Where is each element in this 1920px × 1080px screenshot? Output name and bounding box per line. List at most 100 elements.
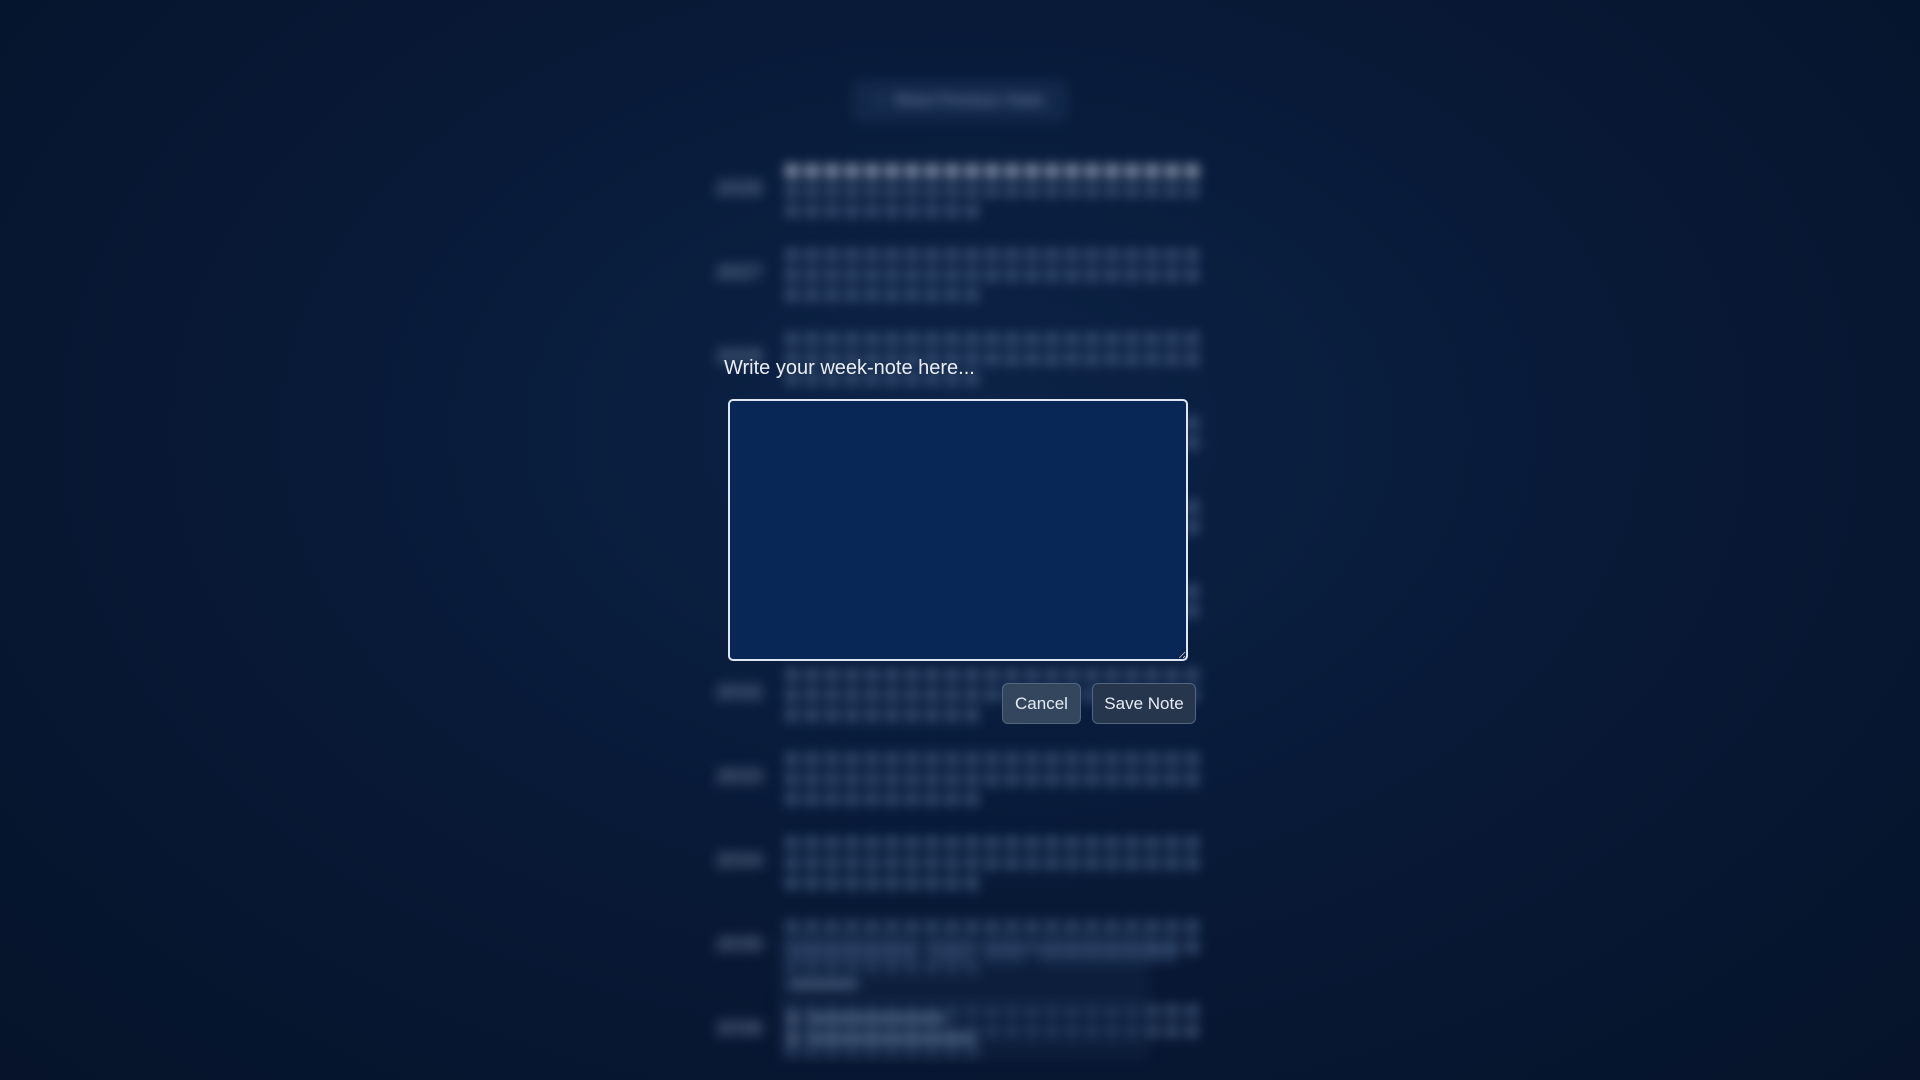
week-cell bbox=[806, 249, 818, 261]
week-cell bbox=[906, 249, 918, 261]
week-cell bbox=[1126, 857, 1138, 869]
week-cell bbox=[966, 877, 978, 889]
week-cell bbox=[1186, 921, 1198, 933]
week-cell bbox=[1006, 249, 1018, 261]
week-cell bbox=[906, 165, 918, 177]
year-label: 2034 bbox=[716, 849, 763, 872]
week-note-textarea[interactable] bbox=[728, 399, 1188, 661]
week-cell bbox=[986, 333, 998, 345]
week-cell bbox=[806, 753, 818, 765]
week-cell bbox=[846, 857, 858, 869]
week-cell bbox=[886, 877, 898, 889]
week-cell bbox=[1106, 269, 1118, 281]
week-cell bbox=[786, 857, 798, 869]
week-cell bbox=[1146, 837, 1158, 849]
week-cell bbox=[1146, 857, 1158, 869]
week-cell bbox=[846, 877, 858, 889]
save-note-button[interactable]: Save Note bbox=[1092, 683, 1196, 724]
week-cell bbox=[1146, 753, 1158, 765]
week-cell bbox=[866, 205, 878, 217]
week-cell bbox=[826, 793, 838, 805]
cancel-button[interactable]: Cancel bbox=[1002, 683, 1081, 724]
week-cell bbox=[1186, 773, 1198, 785]
week-cell bbox=[786, 269, 798, 281]
week-cell bbox=[846, 773, 858, 785]
week-cell bbox=[826, 333, 838, 345]
week-cell bbox=[826, 269, 838, 281]
week-cell bbox=[906, 837, 918, 849]
week-cell bbox=[1086, 333, 1098, 345]
control-chip bbox=[930, 940, 972, 962]
week-cell bbox=[946, 205, 958, 217]
week-cell bbox=[946, 753, 958, 765]
week-cell bbox=[786, 165, 798, 177]
week-cell bbox=[1086, 773, 1098, 785]
week-cell bbox=[1106, 857, 1118, 869]
week-cell bbox=[926, 753, 938, 765]
week-cell bbox=[926, 857, 938, 869]
week-cell bbox=[886, 269, 898, 281]
week-cell bbox=[846, 269, 858, 281]
week-cell bbox=[1186, 185, 1198, 197]
week-cell bbox=[946, 877, 958, 889]
year-label: 2027 bbox=[716, 261, 763, 284]
week-cell bbox=[1166, 269, 1178, 281]
week-cell bbox=[846, 753, 858, 765]
week-cell bbox=[886, 837, 898, 849]
week-cell bbox=[946, 333, 958, 345]
week-cell bbox=[806, 333, 818, 345]
week-cell bbox=[786, 793, 798, 805]
week-cell bbox=[1186, 1005, 1198, 1017]
year-label: 2036 bbox=[716, 1017, 763, 1040]
week-cell bbox=[806, 773, 818, 785]
week-cell bbox=[866, 333, 878, 345]
week-cell bbox=[1086, 857, 1098, 869]
week-cell bbox=[786, 773, 798, 785]
week-cell bbox=[1006, 837, 1018, 849]
show-previous-years-label: Show Previous Years bbox=[893, 92, 1045, 109]
week-cell bbox=[1066, 333, 1078, 345]
week-cell bbox=[1166, 249, 1178, 261]
week-cell bbox=[886, 857, 898, 869]
week-cell bbox=[1146, 249, 1158, 261]
week-cell bbox=[946, 185, 958, 197]
week-cell bbox=[1186, 857, 1198, 869]
week-cell bbox=[926, 333, 938, 345]
week-cell bbox=[826, 205, 838, 217]
week-cell bbox=[966, 205, 978, 217]
week-cell bbox=[886, 773, 898, 785]
week-grid bbox=[786, 837, 1198, 889]
week-cell bbox=[1026, 753, 1038, 765]
week-cell bbox=[1166, 185, 1178, 197]
week-cell bbox=[1086, 753, 1098, 765]
week-cell bbox=[1026, 249, 1038, 261]
week-cell bbox=[806, 185, 818, 197]
week-cell bbox=[926, 793, 938, 805]
week-cell bbox=[1026, 269, 1038, 281]
week-cell bbox=[866, 165, 878, 177]
week-cell bbox=[1106, 333, 1118, 345]
week-cell bbox=[1106, 753, 1118, 765]
week-cell bbox=[1166, 333, 1178, 345]
week-cell bbox=[866, 289, 878, 301]
week-cell bbox=[786, 753, 798, 765]
year-row: 2033 bbox=[716, 753, 1206, 823]
week-cell bbox=[946, 249, 958, 261]
week-cell bbox=[966, 333, 978, 345]
week-grid bbox=[786, 165, 1198, 217]
week-cell bbox=[806, 165, 818, 177]
week-cell bbox=[1186, 333, 1198, 345]
week-cell bbox=[1006, 857, 1018, 869]
week-cell bbox=[1186, 249, 1198, 261]
week-cell bbox=[846, 289, 858, 301]
background-footer-panel bbox=[778, 930, 1178, 1060]
week-cell bbox=[886, 165, 898, 177]
week-cell bbox=[806, 289, 818, 301]
week-cell bbox=[1186, 837, 1198, 849]
week-cell bbox=[946, 269, 958, 281]
week-cell bbox=[786, 185, 798, 197]
week-cell bbox=[1106, 837, 1118, 849]
week-cell bbox=[986, 837, 998, 849]
week-cell bbox=[826, 165, 838, 177]
week-cell bbox=[966, 185, 978, 197]
